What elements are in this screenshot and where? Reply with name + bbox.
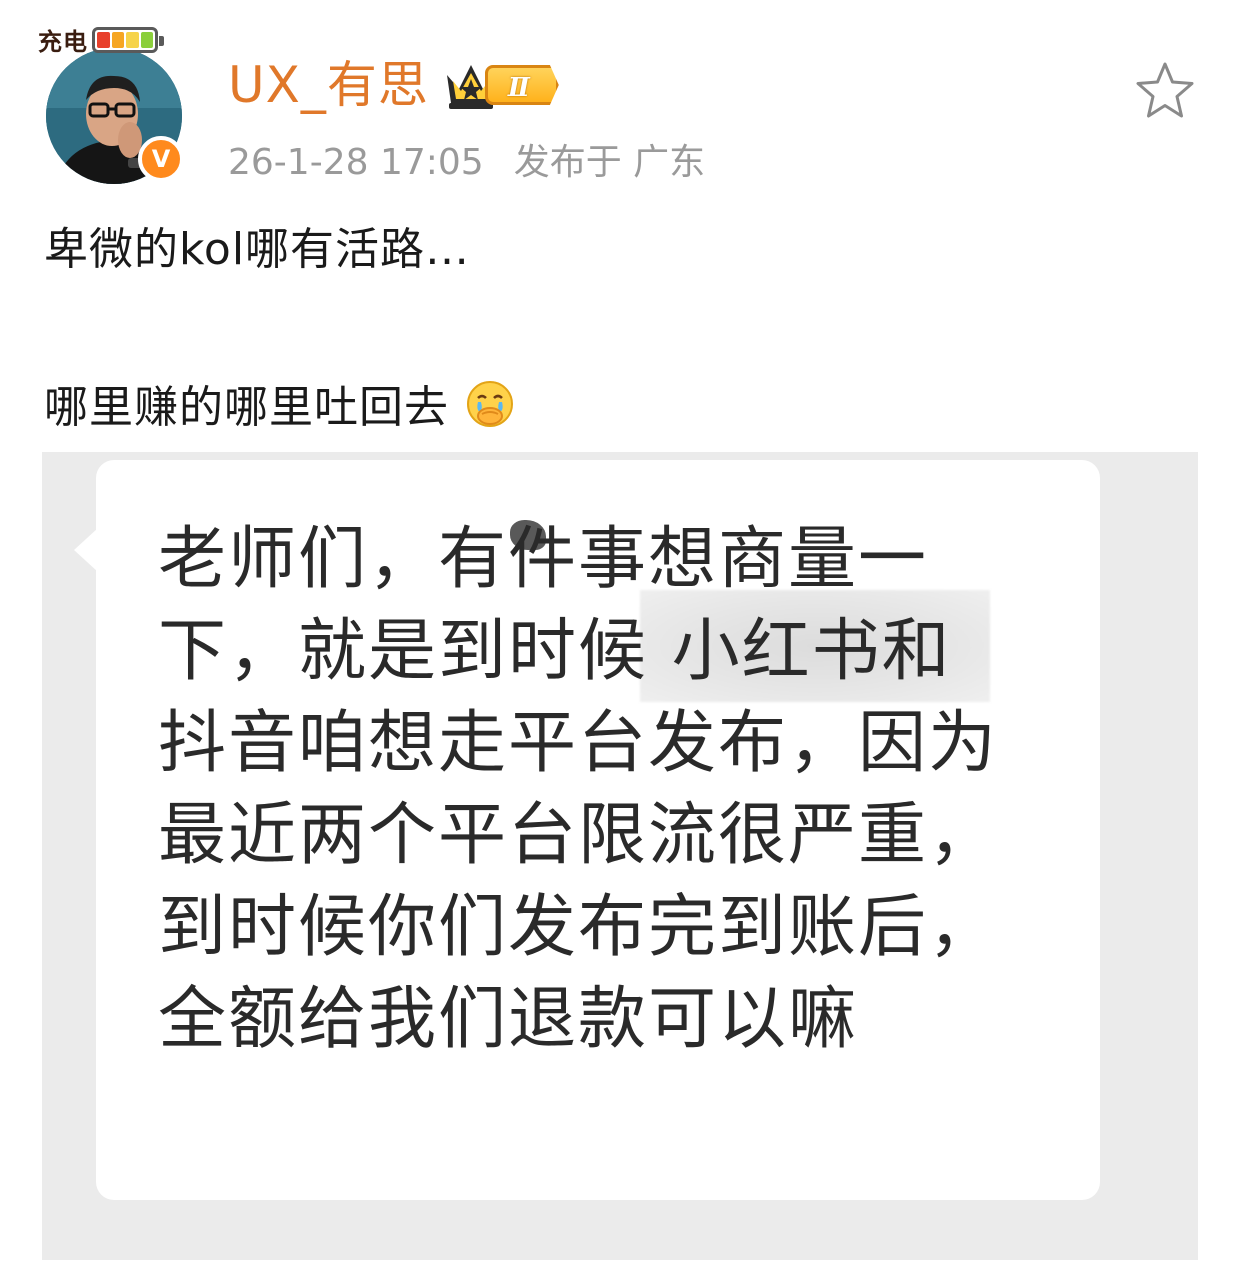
member-level-badge[interactable]: Ⅱ: [443, 57, 559, 113]
crying-emoji-icon: [467, 381, 513, 427]
chat-message-text: 老师们，有件事想商量一下，就是到时候 小红书和抖音咱想走平台发布，因为最近两个平…: [158, 520, 999, 1059]
location: 发布于 广东: [513, 142, 706, 183]
username[interactable]: UX_有思: [228, 54, 429, 116]
post-text-line-2-text: 哪里赚的哪里吐回去: [44, 382, 449, 433]
charging-indicator: 充电: [38, 22, 164, 57]
charging-label: 充电: [38, 28, 88, 56]
author-row: UX_有思 Ⅱ: [228, 54, 559, 116]
timestamp: 26-1-28 17:05: [228, 142, 484, 183]
post-text-line-2: 哪里赚的哪里吐回去: [44, 378, 516, 438]
chat-bubble: 老师们，有件事想商量一下，就是到时候 小红书和抖音咱想走平台发布，因为最近两个平…: [74, 460, 1100, 1200]
level-label: Ⅱ: [484, 65, 559, 105]
post-text-line-1: 卑微的kol哪有活路…: [44, 224, 471, 275]
battery-icon: [92, 26, 164, 53]
weibo-post: 充电 V UX_有思 Ⅱ 26-1-28 17:05 发布于 广东 卑微的kol…: [0, 0, 1240, 1264]
star-icon[interactable]: [1134, 60, 1196, 122]
post-image[interactable]: 老师们，有件事想商量一下，就是到时候 小红书和抖音咱想走平台发布，因为最近两个平…: [42, 452, 1198, 1260]
post-meta: 26-1-28 17:05 发布于 广东: [228, 140, 705, 186]
verified-icon: V: [138, 136, 184, 182]
